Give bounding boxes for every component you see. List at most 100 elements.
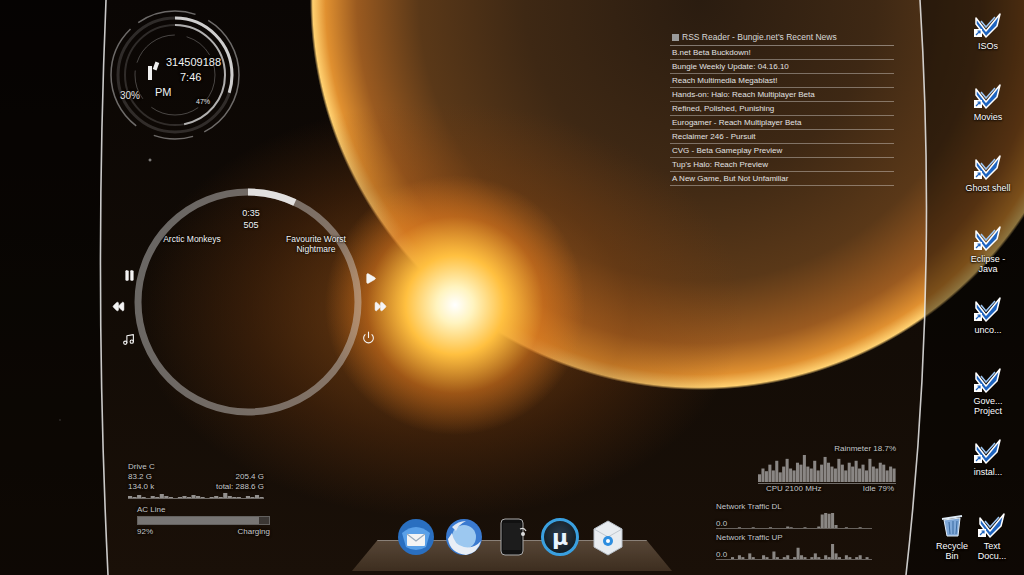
rss-item[interactable]: Tup's Halo: Reach Preview [670,158,894,172]
rss-item[interactable]: Hands-on: Halo: Reach Multiplayer Beta [670,88,894,102]
desktop-icon-label: Movies [974,112,1003,122]
network-graph [731,512,869,528]
graph-bar [232,497,236,498]
desktop-icon[interactable]: Recycle Bin [932,510,972,568]
graph-bar [759,528,762,529]
rss-item[interactable]: Reclaimer 246 - Pursuit [670,130,894,144]
rss-item[interactable]: CVG - Beta Gameplay Preview [670,144,894,158]
graph-bar [800,528,803,529]
graph-bar [855,557,858,559]
graph-bar [886,470,889,482]
graph-bar [776,557,779,559]
recycle-bin-icon [937,512,967,538]
dock-item[interactable]: µ [539,516,581,558]
clock-counter: 314509188 [166,56,221,68]
graph-bar [748,553,751,559]
graph-bar [241,498,245,499]
rss-item[interactable]: Reach Multimedia Megablast! [670,74,894,88]
graph-bar [228,496,232,498]
graph-bar [191,495,195,498]
cpu-idle: Idle 79% [863,484,894,493]
graph-bar [817,557,820,559]
graph-bar [205,498,209,499]
graph-bar [196,496,200,498]
graph-bar [810,469,813,483]
graph-bar [797,548,800,559]
network-meter: Network Traffic DL0.0Network Traffic UP0… [716,502,872,560]
graph-bar [852,528,855,529]
graph-bar [844,470,847,482]
desktop-icon[interactable]: Ghost shell [952,152,1024,223]
rss-item[interactable]: Bungie Weekly Update: 04.16.10 [670,60,894,74]
graph-bar [731,557,734,559]
fast-forward-icon [374,300,387,313]
graph-bar [128,496,132,498]
network-graph [731,543,869,559]
desktop-icon[interactable]: Text Docu... [972,510,1012,568]
ring-level [118,18,232,132]
rss-title: RSS Reader - Bungie.net's Recent News [670,30,894,46]
desktop-icon[interactable]: instal... [952,436,1024,507]
drive-io: 134.0 k [128,482,154,491]
drive-label: Drive C [128,462,264,471]
network-reading: 0.0 [716,519,727,528]
track-info: 0:35505 [211,207,291,231]
graph-bar [210,497,214,498]
graph-bar [137,495,141,498]
desktop-icon[interactable]: Gove... Project [952,365,1024,436]
playlist-button[interactable] [121,332,135,346]
graph-bar [738,555,741,559]
clock-time: 7:46 [180,71,201,83]
next-button[interactable] [373,299,387,313]
graph-bar [834,469,837,483]
graph-bar [768,465,771,482]
desktop-icon[interactable]: Eclipse - Java [952,223,1024,294]
graph-bar [793,528,796,529]
graph-bar [793,557,796,559]
rss-item[interactable]: Refined, Polished, Punishing [670,102,894,116]
graph-bar [797,528,800,529]
graph-bar [807,528,810,529]
phone-icon [492,517,532,557]
play-button[interactable] [363,271,377,285]
graph-bar [848,463,851,482]
graph-bar [841,465,844,482]
desktop-icon[interactable]: ISOs [952,10,1024,81]
desktop-icon-label: Gove... Project [961,396,1015,416]
graph-bar [246,496,250,498]
network-label: Network Traffic DL [716,502,872,511]
previous-button[interactable] [111,299,125,313]
desktop-icon[interactable]: unco... [952,294,1024,365]
graph-bar [824,457,827,482]
dock-item[interactable] [587,516,629,558]
rss-item[interactable]: B.net Beta Buckdown! [670,46,894,60]
graph-bar [741,557,744,559]
graph-bar [761,469,764,483]
dock-item[interactable] [395,516,437,558]
graph-bar [793,470,796,482]
graph-bar [855,528,858,529]
graph-bar [893,469,896,483]
graph-bar [875,469,878,483]
graph-bar [855,461,858,482]
battery-label: AC Line [137,505,270,514]
player-progress [138,192,358,412]
network-series: Network Traffic DL 0.0 [716,502,872,529]
graph-bar [786,555,789,559]
graph-bar [133,497,137,498]
rss-item[interactable]: A New Game, But Not Unfamiliar [670,172,894,186]
graph-bar [814,528,817,529]
rss-item[interactable]: Eurogamer - Reach Multiplayer Beta [670,116,894,130]
pause-button[interactable] [122,268,136,282]
torrent-icon: µ [541,518,579,556]
cpu-meter: Rainmeter 18.7%CPU 2100 MHzIdle 79% [758,444,896,493]
graph-bar [821,559,824,560]
dock-item[interactable] [443,516,485,558]
shortcut-icon [973,367,1003,393]
clock-rings [108,8,242,142]
graph-bar [882,465,885,482]
graph-bar [813,461,816,482]
power-button[interactable] [361,330,375,344]
desktop-icon[interactable]: Movies [952,81,1024,152]
dock-item[interactable] [491,516,533,558]
